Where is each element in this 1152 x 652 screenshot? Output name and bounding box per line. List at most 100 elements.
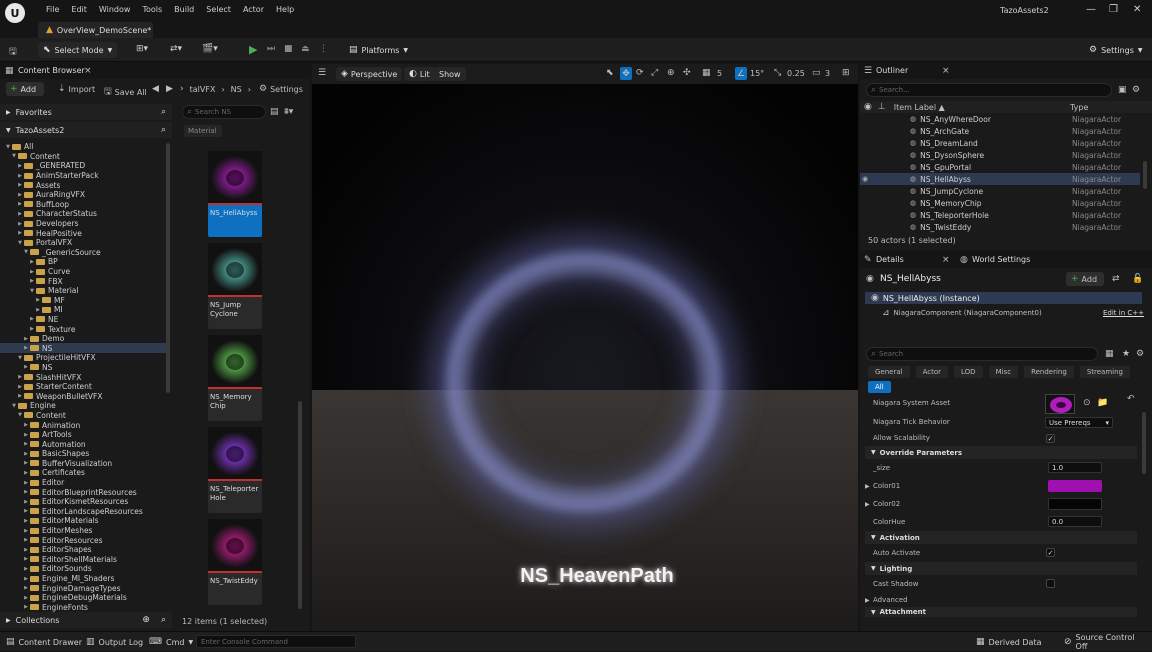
outliner-row[interactable]: ◍ NS_TeleporterHole NiagaraActor (860, 209, 1140, 221)
outliner-row[interactable]: ◍ NS_DreamLand NiagaraActor (860, 137, 1140, 149)
outliner-row[interactable]: ◍ NS_ArchGate NiagaraActor (860, 125, 1140, 137)
save-search-icon[interactable]: ▤ (270, 107, 279, 117)
folder-tree-item[interactable]: ▼ Material (0, 286, 168, 296)
auto-activate-checkbox[interactable]: ✓ (1046, 548, 1055, 557)
tab-streaming[interactable]: Streaming (1079, 366, 1130, 378)
tab-misc[interactable]: Misc (988, 366, 1019, 378)
folder-tree-item[interactable]: ▶ NS (0, 343, 168, 354)
angle-snap-icon[interactable]: ∠ (735, 67, 747, 80)
folder-tree-item[interactable]: ▶ AnimStarterPack (0, 171, 168, 181)
cmd-button[interactable]: ⌨ Cmd ▼ (143, 632, 199, 652)
chevron-right-icon[interactable]: ▶ (16, 221, 24, 227)
surface-snap-icon[interactable]: ✣ (683, 68, 691, 78)
history-forward-icon[interactable]: ▶ (166, 84, 173, 94)
chevron-right-icon[interactable]: ▶ (16, 163, 24, 169)
folder-tree-item[interactable]: ▼ Content (0, 411, 168, 421)
close-icon[interactable]: × (942, 66, 950, 76)
component-instance-row[interactable]: ◉ NS_HellAbyss (Instance) (865, 292, 1142, 304)
chevron-right-icon[interactable]: ▶ (16, 393, 24, 399)
chevron-down-icon[interactable]: ▼ (28, 288, 36, 294)
chevron-right-icon[interactable]: ▶ (16, 384, 24, 390)
chevron-right-icon[interactable]: ▶ (865, 501, 870, 508)
output-log-button[interactable]: ▥ Output Log (80, 632, 149, 652)
outliner-row[interactable]: ◍ NS_AnyWhereDoor NiagaraActor (860, 113, 1140, 125)
folder-tree-item[interactable]: ▶ Demo (0, 334, 168, 344)
folder-tree-item[interactable]: ▼ Engine (0, 401, 168, 411)
chevron-right-icon[interactable]: ▶ (28, 326, 36, 332)
folder-tree-item[interactable]: ▶ BuffLoop (0, 200, 168, 210)
search-icon[interactable]: ⌕ (161, 615, 166, 625)
chevron-right-icon[interactable]: ▶ (22, 547, 30, 553)
folder-tree-item[interactable]: ▶ SlashHitVFX (0, 372, 168, 382)
folder-tree-item[interactable]: ▶ FBX (0, 276, 168, 286)
search-icon[interactable]: ⌕ (161, 125, 166, 135)
chevron-right-icon[interactable]: ▶ (16, 374, 24, 380)
chevron-right-icon[interactable]: ▶ (22, 556, 30, 562)
angle-snap-value[interactable]: 15° (750, 69, 764, 78)
chevron-right-icon[interactable]: ▶ (22, 595, 30, 601)
tab-rendering[interactable]: Rendering (1024, 366, 1074, 378)
folder-tree-item[interactable]: ▶ EditorMaterials (0, 516, 168, 526)
chevron-right-icon[interactable]: ▶ (34, 297, 42, 303)
folder-tree-item[interactable]: ▶ Texture (0, 324, 168, 334)
maximize-button[interactable]: ❐ (1109, 4, 1118, 15)
console-command-input[interactable]: Enter Console Command (196, 635, 356, 648)
unreal-logo-icon[interactable]: U (5, 3, 25, 23)
browse-asset-icon[interactable]: ⊙ (1083, 398, 1091, 408)
folder-tree-item[interactable]: ▶ NS (0, 363, 168, 373)
niagara-component-row[interactable]: ⊿ NiagaraComponent (NiagaraComponent0) E… (882, 307, 1144, 319)
cast-shadow-checkbox[interactable] (1046, 579, 1055, 588)
settings-button[interactable]: ⚙ Settings ▼ (1084, 42, 1148, 58)
new-folder-icon[interactable]: ▣ (1118, 85, 1127, 95)
outliner-row[interactable]: ◍ NS_MemoryChip NiagaraActor (860, 197, 1140, 209)
chevron-down-icon[interactable]: ▼ (16, 240, 24, 246)
folder-tree-item[interactable]: ▶ MI (0, 305, 168, 315)
world-settings-tab[interactable]: World Settings (972, 255, 1030, 264)
folder-tree-item[interactable]: ▶ Engine_MI_Shaders (0, 574, 168, 584)
source-control-button[interactable]: ⊘ Source Control Off (1058, 632, 1152, 652)
folder-tree-item[interactable]: ▶ Curve (0, 267, 168, 277)
menu-item-file[interactable]: File (40, 5, 65, 14)
lit-button[interactable]: ◐ Lit (404, 67, 435, 81)
blueprint-icon[interactable]: ⇄ (1112, 274, 1120, 284)
size-input[interactable]: 1.0 (1048, 462, 1102, 473)
chevron-right-icon[interactable]: ▶ (22, 566, 30, 572)
outliner-search-input[interactable]: ⌕ Search... (866, 83, 1112, 97)
chevron-right-icon[interactable]: ▶ (22, 460, 30, 466)
select-mode-button[interactable]: ⬉ Select Mode ▼ (38, 42, 118, 58)
override-parameters-category[interactable]: ▼ Override Parameters (865, 446, 1137, 459)
folder-tree-item[interactable]: ▶ EditorMeshes (0, 526, 168, 536)
folder-tree-item[interactable]: ▶ BufferVisualization (0, 459, 168, 469)
type-column[interactable]: Type (1070, 103, 1088, 112)
outliner-row[interactable]: ◉ ◍ NS_HellAbyss NiagaraActor (860, 173, 1140, 185)
lighting-category[interactable]: ▼ Lighting (865, 562, 1137, 575)
details-search-input[interactable]: ⌕ Search (866, 347, 1098, 361)
asset-scrollbar[interactable] (298, 401, 302, 609)
visibility-icon[interactable]: ◉ (864, 102, 872, 112)
chevron-right-icon[interactable]: ▶ (22, 528, 30, 534)
folder-tree-item[interactable]: ▶ EditorKismetResources (0, 497, 168, 507)
folder-tree-item[interactable]: ▶ Automation (0, 439, 168, 449)
chevron-right-icon[interactable]: ▶ (16, 230, 24, 236)
item-label-column[interactable]: Item Label ▲ (894, 103, 945, 112)
project-section[interactable]: ▼ TazoAssets2 ⌕ (0, 122, 172, 138)
grid-snap-icon[interactable]: ▦ (702, 68, 711, 78)
folder-tree-item[interactable]: ▶ EngineFonts (0, 603, 168, 613)
folder-tree-item[interactable]: ▶ Animation (0, 420, 168, 430)
outliner-row[interactable]: ◍ NS_JumpCyclone NiagaraActor (860, 185, 1140, 197)
asset-tile[interactable]: NS_TwistEddy (208, 519, 262, 605)
search-icon[interactable]: ⌕ (161, 107, 166, 117)
camera-speed-value[interactable]: 3 (825, 69, 830, 78)
add-content-icon[interactable]: ⊞▾ (136, 44, 148, 54)
chevron-right-icon[interactable]: ▶ (28, 269, 36, 275)
menu-item-window[interactable]: Window (93, 5, 137, 14)
chevron-right-icon[interactable]: ▶ (28, 316, 36, 322)
play-icon[interactable]: ▶ (249, 43, 257, 56)
chevron-down-icon[interactable]: ▼ (16, 355, 24, 361)
folder-tree-item[interactable]: ▶ Certificates (0, 468, 168, 478)
favorite-star-icon[interactable]: ★ (1122, 349, 1130, 359)
blueprint-icon[interactable]: ⇄▾ (170, 44, 182, 54)
close-icon[interactable]: × (942, 255, 950, 265)
outliner-scrollbar[interactable] (1143, 161, 1147, 189)
actor-name-field[interactable]: NS_HellAbyss (880, 274, 941, 284)
